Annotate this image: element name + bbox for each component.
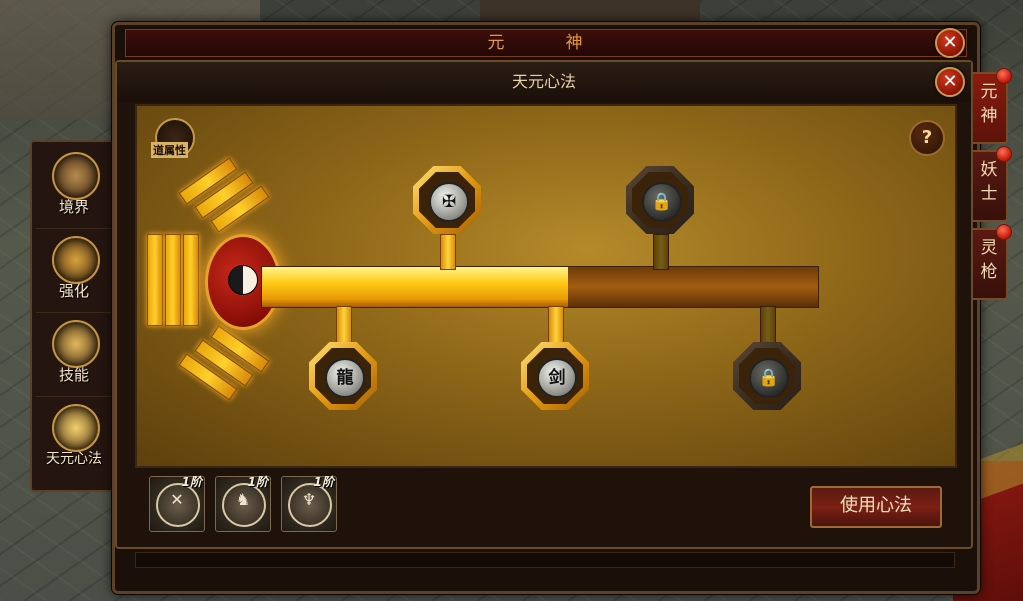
dragon-icon: 龍: [325, 358, 365, 398]
skill-glyph: ♞: [235, 490, 251, 509]
nav-label: 境界: [58, 198, 89, 216]
skill-level: 1阶: [181, 475, 202, 489]
skill-node-locked[interactable]: 🔒: [733, 342, 801, 410]
scroll-icon: [52, 320, 100, 368]
nav-item-jingjie[interactable]: 境界: [36, 146, 112, 229]
dao-attribute-label: 道属性: [151, 142, 188, 158]
inner-close-icon[interactable]: ✕: [935, 67, 965, 97]
skill-slot[interactable]: ♞ 1阶: [215, 475, 271, 532]
trigram: [147, 234, 163, 326]
tab-label: 妖士: [980, 160, 998, 204]
nav-item-qianghua[interactable]: 强化: [36, 230, 112, 313]
tab-yuanshen[interactable]: 元神: [972, 68, 1012, 144]
skill-level: 1阶: [247, 475, 268, 489]
skill-glyph: ✕: [170, 490, 184, 509]
tab-label: 灵枪: [980, 238, 998, 282]
trigram: [183, 234, 199, 326]
trigram: [165, 234, 181, 326]
skill-level: 1阶: [313, 475, 334, 489]
tab-yaoshi[interactable]: 妖士: [972, 146, 1012, 222]
nav-label: 强化: [58, 282, 89, 300]
inner-window: 天元心法 ✕ 道属性 ? ✠ 🔒 龍 剑 🔒 ✕ 1阶 ♞ 1阶 ♆ 1阶 使用…: [115, 60, 973, 568]
use-technique-button[interactable]: 使用心法: [810, 486, 942, 528]
nav-item-jineng[interactable]: 技能: [36, 314, 112, 397]
nav-label: 技能: [58, 366, 89, 384]
forge-icon: [52, 236, 100, 284]
tab-lingqiang[interactable]: 灵枪: [972, 224, 1012, 300]
left-nav: 境界 强化 技能 天元心法: [30, 140, 118, 492]
skill-tree-panel: 道属性 ? ✠ �: [135, 104, 957, 468]
skill-glyph: ♆: [301, 490, 317, 509]
figure-icon: [52, 152, 100, 200]
outer-close-icon[interactable]: ✕: [935, 28, 965, 58]
cultivation-progress-bar: [261, 266, 819, 308]
sword-icon: 剑: [537, 358, 577, 398]
skill-node[interactable]: 龍: [309, 342, 377, 410]
bottom-strip: [135, 552, 955, 568]
skill-node[interactable]: 剑: [521, 342, 589, 410]
skill-slot[interactable]: ♆ 1阶: [281, 475, 337, 532]
lock-icon: 🔒: [642, 182, 682, 222]
outer-window-title: 元 神: [125, 29, 967, 57]
nav-label: 天元心法: [46, 451, 102, 467]
shield-icon: ✠: [429, 182, 469, 222]
help-icon[interactable]: ?: [909, 120, 945, 156]
nav-item-tianyuan[interactable]: 天元心法: [36, 398, 112, 480]
progress-fill: [262, 267, 568, 307]
connector: [653, 234, 669, 270]
skill-slot[interactable]: ✕ 1阶: [149, 475, 205, 532]
tab-label: 元神: [980, 82, 998, 126]
skill-node[interactable]: ✠: [413, 166, 481, 234]
inner-window-title: 天元心法: [117, 62, 971, 102]
connector: [440, 234, 456, 270]
lock-icon: 🔒: [749, 358, 789, 398]
book-icon: [52, 404, 100, 452]
skill-node-locked[interactable]: 🔒: [626, 166, 694, 234]
